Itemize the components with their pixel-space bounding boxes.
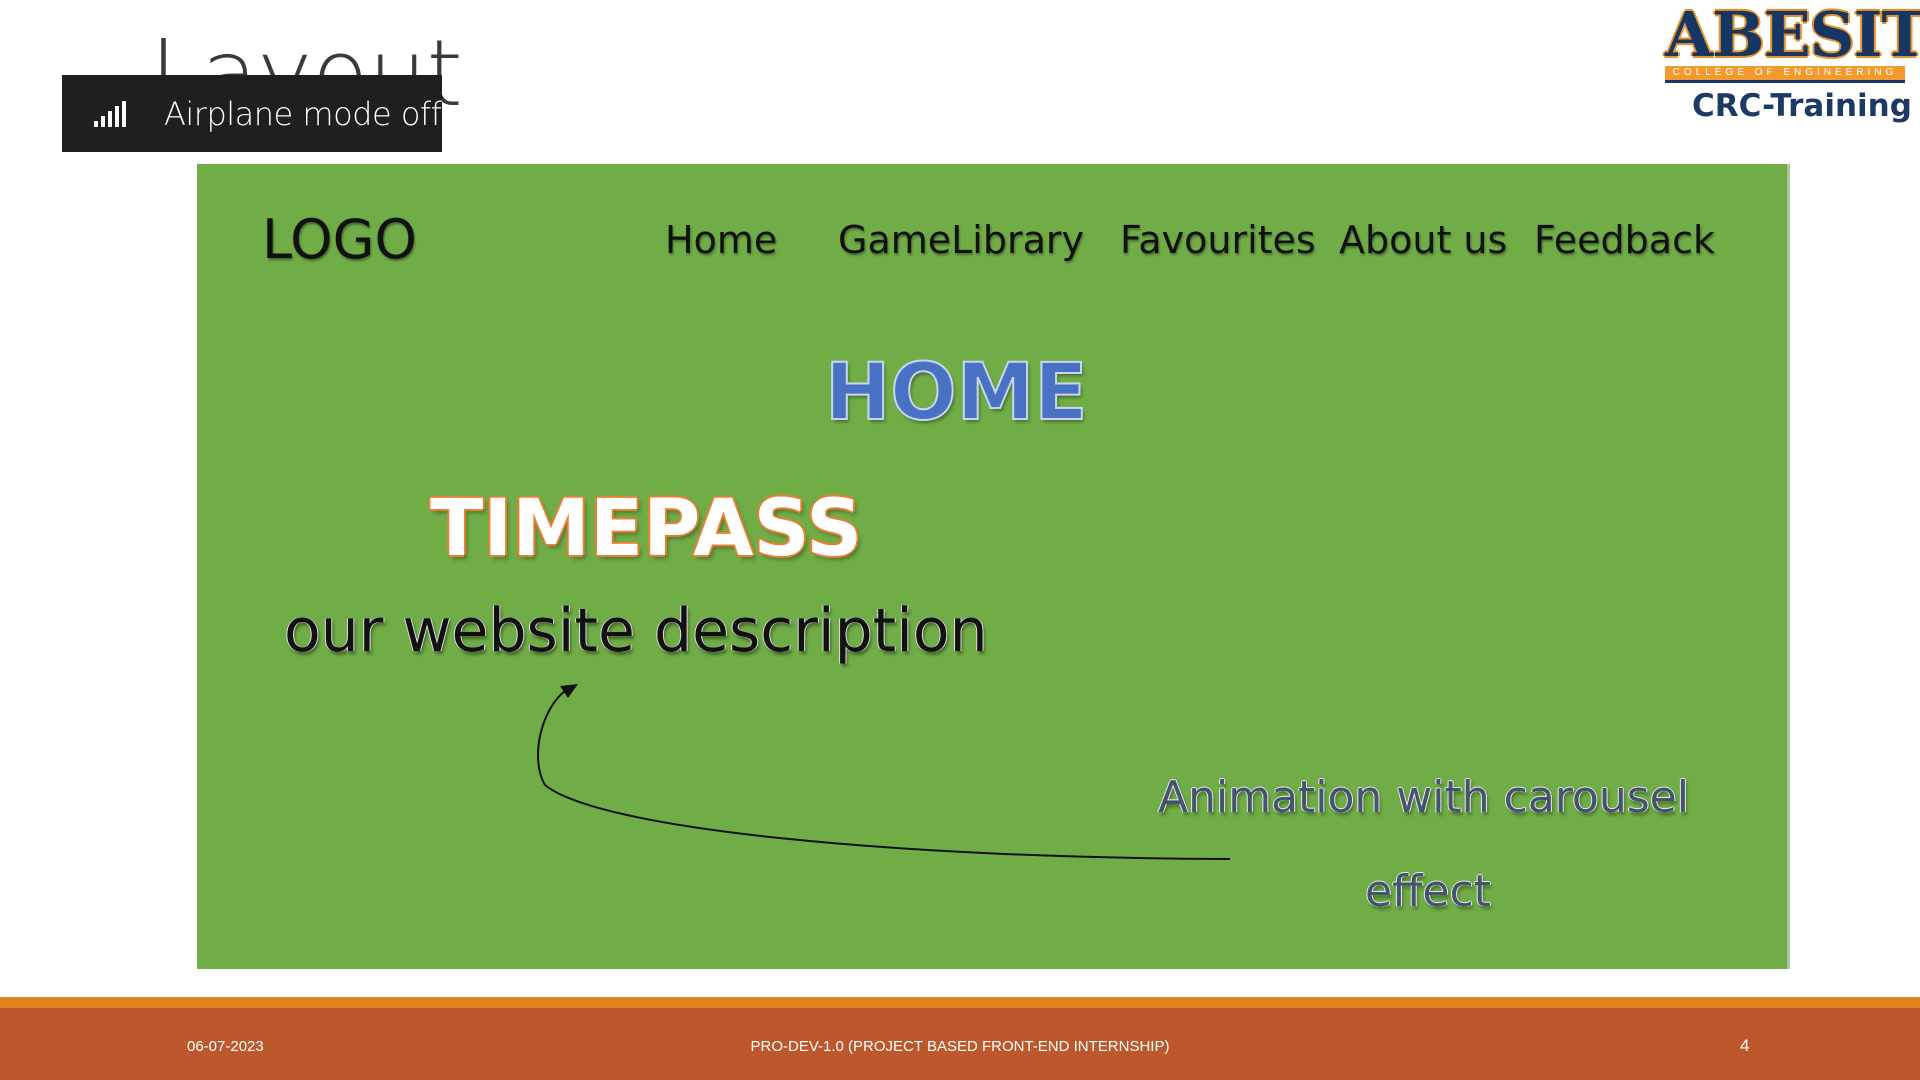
slide-footer: 06-07-2023 PRO-DEV-1.0 (PROJECT BASED FR… xyxy=(0,1008,1920,1080)
footer-stripe xyxy=(0,997,1920,1008)
footer-title: PRO-DEV-1.0 (PROJECT BASED FRONT-END INT… xyxy=(750,1038,1170,1055)
page-number: 4 xyxy=(1740,1036,1750,1055)
annotation-line-2: effect xyxy=(1365,866,1491,917)
annotation-line-1: Animation with carousel xyxy=(1158,772,1689,823)
annotation-arrow xyxy=(537,684,1231,860)
